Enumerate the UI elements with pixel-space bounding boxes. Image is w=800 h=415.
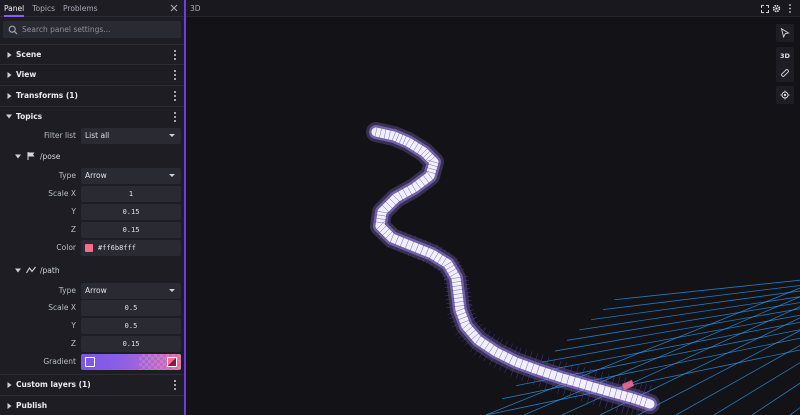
pose-scale-z-input[interactable]: 0.15 — [81, 222, 181, 238]
color-value: #ff6b8fff — [98, 244, 136, 252]
search-input[interactable] — [22, 25, 172, 34]
pose-scale-y-input[interactable]: 0.15 — [81, 204, 181, 220]
color-label: Color — [56, 243, 76, 252]
pose-scale-x-row: Scale X 1 — [0, 186, 184, 202]
more-icon[interactable] — [173, 91, 177, 101]
scale-y-label: Y — [71, 321, 76, 330]
chevron-right-icon — [6, 381, 12, 389]
select-cursor-icon[interactable] — [776, 24, 794, 42]
close-icon[interactable] — [168, 2, 180, 14]
chevron-down-icon — [15, 154, 21, 159]
ruler-icon[interactable] — [776, 64, 794, 82]
viewport-3d[interactable]: 3D 3D — [186, 0, 800, 415]
gradient-label: Gradient — [43, 357, 76, 366]
settings-sidebar: Panel Topics Problems Scene View Transfo… — [0, 0, 184, 415]
section-publish[interactable]: Publish — [0, 395, 184, 415]
viewport-title: 3D — [190, 4, 201, 13]
topic-name: /path — [40, 265, 60, 275]
pose-color-row: Color #ff6b8fff — [0, 240, 184, 256]
section-scene[interactable]: Scene — [0, 44, 184, 64]
type-label: Type — [58, 286, 76, 295]
gear-icon[interactable] — [771, 3, 782, 14]
scene-canvas[interactable] — [186, 0, 800, 415]
scale-y-label: Y — [71, 207, 76, 216]
path-ribbon — [366, 122, 660, 415]
tab-panel[interactable]: Panel — [0, 0, 28, 17]
gradient-start-swatch[interactable] — [85, 357, 95, 367]
path-gradient-row: Gradient — [0, 354, 184, 370]
topic-name: /pose — [40, 151, 61, 161]
section-view[interactable]: View — [0, 64, 184, 84]
chevron-down-icon — [169, 174, 175, 177]
scale-x-label: Scale X — [48, 189, 76, 198]
topic-path-header[interactable]: /path — [0, 262, 184, 278]
type-value: Arrow — [85, 286, 107, 295]
chevron-right-icon — [6, 51, 12, 59]
chevron-right-icon — [6, 92, 12, 100]
section-title: Publish — [16, 401, 48, 410]
pose-color-input[interactable]: #ff6b8fff — [81, 240, 181, 256]
filter-select[interactable]: List all — [81, 128, 181, 144]
tab-topics[interactable]: Topics — [28, 0, 59, 16]
sidebar-tabs: Panel Topics Problems — [0, 0, 184, 17]
topic-pose-header[interactable]: /pose — [0, 148, 184, 164]
more-icon[interactable] — [173, 70, 177, 80]
fullscreen-icon[interactable] — [759, 3, 770, 14]
section-topics[interactable]: Topics — [0, 106, 184, 126]
path-scale-z-row: Z 0.15 — [0, 336, 184, 352]
scale-z-label: Z — [70, 339, 76, 348]
pose-type-row: Type Arrow — [0, 168, 184, 184]
path-scale-z-input[interactable]: 0.15 — [81, 336, 181, 352]
type-value: Arrow — [85, 171, 107, 180]
chevron-down-icon — [6, 113, 12, 121]
path-icon — [26, 266, 36, 274]
path-scale-x-input[interactable]: 0.5 — [81, 300, 181, 316]
locate-icon[interactable] — [776, 86, 794, 104]
pose-scale-x-input[interactable]: 1 — [81, 186, 181, 202]
scale-z-label: Z — [70, 225, 76, 234]
more-icon[interactable] — [173, 50, 177, 60]
chevron-down-icon — [169, 134, 175, 137]
viewport-header: 3D — [186, 0, 800, 17]
chevron-right-icon — [6, 71, 12, 79]
more-icon[interactable] — [784, 3, 795, 14]
section-title: Custom layers (1) — [16, 380, 91, 389]
path-scale-y-row: Y 0.5 — [0, 318, 184, 334]
gradient-end-swatch[interactable] — [167, 357, 177, 367]
chevron-down-icon — [15, 268, 21, 273]
section-transforms[interactable]: Transforms (1) — [0, 85, 184, 105]
pose-scale-z-row: Z 0.15 — [0, 222, 184, 238]
path-type-row: Type Arrow — [0, 283, 184, 299]
path-scale-x-row: Scale X 0.5 — [0, 300, 184, 316]
search-icon — [8, 25, 18, 34]
flag-icon — [27, 152, 35, 160]
search-box[interactable] — [3, 21, 181, 38]
color-swatch[interactable] — [85, 244, 93, 252]
section-title: Scene — [16, 50, 42, 59]
filter-value: List all — [85, 131, 110, 140]
scale-x-label: Scale X — [48, 303, 76, 312]
section-custom-layers[interactable]: Custom layers (1) — [0, 374, 184, 394]
tab-problems[interactable]: Problems — [59, 0, 102, 16]
view-mode-toggle[interactable]: 3D — [776, 47, 794, 65]
pose-scale-y-row: Y 0.15 — [0, 204, 184, 220]
path-scale-y-input[interactable]: 0.5 — [81, 318, 181, 334]
chevron-down-icon — [169, 289, 175, 292]
more-icon[interactable] — [173, 112, 177, 122]
section-title: Transforms (1) — [16, 91, 78, 100]
gradient-picker[interactable] — [81, 354, 181, 370]
chevron-right-icon — [6, 402, 12, 410]
filter-label: Filter list — [44, 131, 76, 140]
section-title: Topics — [16, 112, 43, 121]
type-label: Type — [58, 171, 76, 180]
filter-row: Filter list List all — [0, 128, 184, 144]
path-type-select[interactable]: Arrow — [81, 283, 181, 299]
pose-type-select[interactable]: Arrow — [81, 168, 181, 184]
section-title: View — [16, 70, 37, 79]
more-icon[interactable] — [173, 380, 177, 390]
